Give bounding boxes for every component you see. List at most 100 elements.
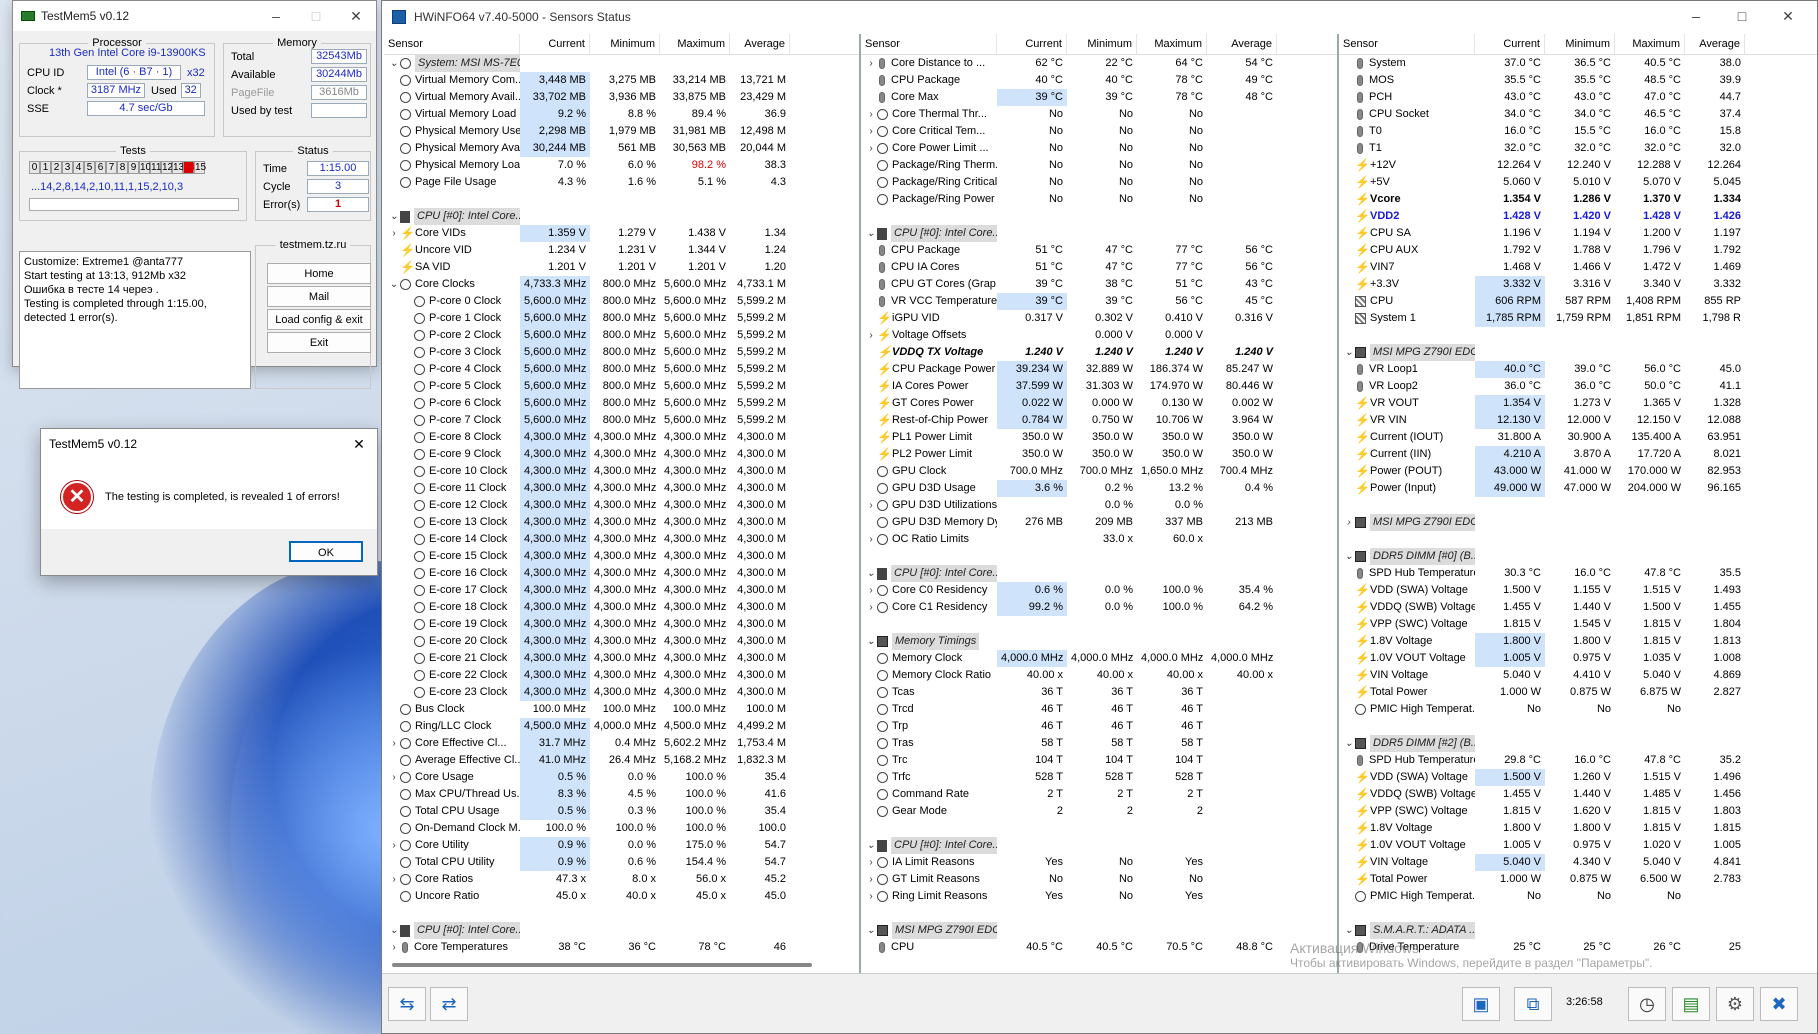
expand-chevron-icon[interactable]: › xyxy=(865,497,877,514)
sensor-row[interactable]: E-core 15 Clock 4,300.0 MHz 4,300.0 MHz 4,3… xyxy=(384,548,859,565)
sensor-row[interactable]: ⚡ 1.8V Voltage 1.800 V 1.800 V 1.815 V 1.815 xyxy=(1339,820,1817,837)
sensor-row[interactable]: › ⚡ Core VIDs 1.359 V 1.279 V 1.438 V 1.34 xyxy=(384,225,859,242)
maximize-icon[interactable]: □ xyxy=(296,8,336,25)
sensor-row[interactable]: PCH 43.0 °C 43.0 °C 47.0 °C 44.7 xyxy=(1339,89,1817,106)
sensor-group-header[interactable]: ⌄ Memory Timings xyxy=(861,633,1337,650)
sensor-row[interactable]: Physical Memory Used 2,298 MB 1,979 MB 31,9… xyxy=(384,123,859,140)
sensor-row[interactable]: ⚡ Total Power 1.000 W 0.875 W 6.875 W 2.827 xyxy=(1339,684,1817,701)
sensor-row[interactable]: CPU GT Cores (Grap... 39 °C 38 °C 51 °C 43 °… xyxy=(861,276,1337,293)
sensor-group-header[interactable]: ⌄ DDR5 DIMM [#2] (B... xyxy=(1339,735,1817,752)
sensor-row[interactable]: ⚡ GT Cores Power 0.022 W 0.000 W 0.130 W 0.00… xyxy=(861,395,1337,412)
sensor-row[interactable]: P-core 2 Clock 5,600.0 MHz 800.0 MHz 5,600.… xyxy=(384,327,859,344)
sensor-row[interactable]: On-Demand Clock M... 100.0 % 100.0 % 100.0 … xyxy=(384,820,859,837)
sensor-row[interactable]: ⚡ Total Power 1.000 W 0.875 W 6.500 W 2.783 xyxy=(1339,871,1817,888)
ok-button[interactable]: OK xyxy=(289,541,363,562)
sensor-row[interactable]: ⚡ VPP (SWC) Voltage 1.815 V 1.545 V 1.815 V 1… xyxy=(1339,616,1817,633)
expand-chevron-icon[interactable]: › xyxy=(865,531,877,548)
sensor-row[interactable]: › Ring Limit Reasons Yes No Yes xyxy=(861,888,1337,905)
sensor-row[interactable]: ⌄ Core Clocks 4,733.3 MHz 800.0 MHz 5,600.0 … xyxy=(384,276,859,293)
sensor-row[interactable]: T0 16.0 °C 15.5 °C 16.0 °C 15.8 xyxy=(1339,123,1817,140)
sensor-row[interactable]: Virtual Memory Com... 3,448 MB 3,275 MB 33,… xyxy=(384,72,859,89)
expand-chevron-icon[interactable]: › xyxy=(388,769,400,786)
sensor-row[interactable]: E-core 9 Clock 4,300.0 MHz 4,300.0 MHz 4,30… xyxy=(384,446,859,463)
sensor-row[interactable]: Bus Clock 100.0 MHz 100.0 MHz 100.0 MHz 100.… xyxy=(384,701,859,718)
close-icon[interactable]: ✕ xyxy=(1765,8,1811,25)
sensor-row[interactable]: Average Effective Cl... 41.0 MHz 26.4 MHz 5… xyxy=(384,752,859,769)
column-header-average[interactable]: Average xyxy=(730,34,790,54)
collapse-chevron-icon[interactable]: ⌄ xyxy=(388,208,400,225)
sensor-row[interactable]: Tras 58 T 58 T 58 T xyxy=(861,735,1337,752)
sensor-row[interactable]: ⚡ VIN Voltage 5.040 V 4.340 V 5.040 V 4.841 xyxy=(1339,854,1817,871)
column-header-current[interactable]: Current xyxy=(520,34,590,54)
sensor-row[interactable]: PMIC High Temperat... No No No xyxy=(1339,701,1817,718)
dialog-close-icon[interactable]: ✕ xyxy=(341,436,377,453)
expand-chevron-icon[interactable]: › xyxy=(388,735,400,752)
sensor-row[interactable]: CPU IA Cores 51 °C 47 °C 77 °C 56 °C xyxy=(861,259,1337,276)
sensor-row[interactable]: Memory Clock Ratio 40.00 x 40.00 x 40.00 x 4… xyxy=(861,667,1337,684)
sensor-row[interactable]: GPU Clock 700.0 MHz 700.0 MHz 1,650.0 MHz 70… xyxy=(861,463,1337,480)
column-header-sensor[interactable]: Sensor xyxy=(384,34,520,54)
sensor-row[interactable]: VR Loop1 40.0 °C 39.0 °C 56.0 °C 45.0 xyxy=(1339,361,1817,378)
sensor-row[interactable]: ⚡ VPP (SWC) Voltage 1.815 V 1.620 V 1.815 V 1… xyxy=(1339,803,1817,820)
sensor-row[interactable]: CPU 40.5 °C 40.5 °C 70.5 °C 48.8 °C xyxy=(861,939,1337,956)
sensor-row[interactable]: P-core 7 Clock 5,600.0 MHz 800.0 MHz 5,600.… xyxy=(384,412,859,429)
sensor-row[interactable]: E-core 14 Clock 4,300.0 MHz 4,300.0 MHz 4,3… xyxy=(384,531,859,548)
column-header-minimum[interactable]: Minimum xyxy=(590,34,660,54)
sensor-row[interactable]: ⚡ 1.0V VOUT Voltage 1.005 V 0.975 V 1.035 V 1… xyxy=(1339,650,1817,667)
sensor-group-header[interactable]: ⌄ MSI MPG Z790I EDG... xyxy=(1339,344,1817,361)
sensor-row[interactable]: E-core 12 Clock 4,300.0 MHz 4,300.0 MHz 4,3… xyxy=(384,497,859,514)
minimize-icon[interactable]: – xyxy=(1673,8,1719,25)
sensor-row[interactable]: P-core 0 Clock 5,600.0 MHz 800.0 MHz 5,600.… xyxy=(384,293,859,310)
sensor-row[interactable]: › Core C1 Residency 99.2 % 0.0 % 100.0 % 64.2… xyxy=(861,599,1337,616)
sensor-row[interactable]: ⚡ +12V 12.264 V 12.240 V 12.288 V 12.264 xyxy=(1339,157,1817,174)
sensor-row[interactable]: ⚡ +3.3V 3.332 V 3.316 V 3.340 V 3.332 xyxy=(1339,276,1817,293)
close-icon[interactable]: ✕ xyxy=(336,8,376,25)
sensor-row[interactable]: P-core 4 Clock 5,600.0 MHz 800.0 MHz 5,600.… xyxy=(384,361,859,378)
sensor-row[interactable]: E-core 19 Clock 4,300.0 MHz 4,300.0 MHz 4,3… xyxy=(384,616,859,633)
sensor-row[interactable]: ⚡ 1.0V VOUT Voltage 1.005 V 0.975 V 1.020 V 1… xyxy=(1339,837,1817,854)
sensor-row[interactable]: CPU Package 51 °C 47 °C 77 °C 56 °C xyxy=(861,242,1337,259)
expand-chevron-icon[interactable]: › xyxy=(865,871,877,888)
sensor-row[interactable]: ⚡ PL1 Power Limit 350.0 W 350.0 W 350.0 W 350… xyxy=(861,429,1337,446)
sensor-row[interactable]: ⚡ VDDQ (SWB) Voltage 1.455 V 1.440 V 1.485 V… xyxy=(1339,786,1817,803)
sensor-row[interactable]: ⚡ VIN Voltage 5.040 V 4.410 V 5.040 V 4.869 xyxy=(1339,667,1817,684)
sensor-row[interactable]: MOS 35.5 °C 35.5 °C 48.5 °C 39.9 xyxy=(1339,72,1817,89)
expand-chevron-icon[interactable]: › xyxy=(865,123,877,140)
sensor-row[interactable]: Physical Memory Ava... 30,244 MB 561 MB 30,… xyxy=(384,140,859,157)
sensor-row[interactable]: Package/Ring Critical... No No No xyxy=(861,174,1337,191)
sensor-row[interactable]: SPD Hub Temperature 30.3 °C 16.0 °C 47.8 °C… xyxy=(1339,565,1817,582)
sensor-group-header[interactable]: ⌄ S.M.A.R.T.: ADATA ... xyxy=(1339,922,1817,939)
sensor-row[interactable]: ⚡ Current (IIN) 4.210 A 3.870 A 17.720 A 8.02… xyxy=(1339,446,1817,463)
sensor-row[interactable]: › Core Thermal Thr... No No No xyxy=(861,106,1337,123)
sensor-row[interactable]: E-core 20 Clock 4,300.0 MHz 4,300.0 MHz 4,3… xyxy=(384,633,859,650)
sensor-row[interactable]: ⚡ VIN7 1.468 V 1.466 V 1.472 V 1.469 xyxy=(1339,259,1817,276)
column-header-maximum[interactable]: Maximum xyxy=(1615,34,1685,54)
sensor-row[interactable]: › Core Temperatures 38 °C 36 °C 78 °C 46 xyxy=(384,939,859,956)
column-header-average[interactable]: Average xyxy=(1685,34,1745,54)
sensor-row[interactable]: E-core 16 Clock 4,300.0 MHz 4,300.0 MHz 4,3… xyxy=(384,565,859,582)
sensor-row[interactable]: ⚡ Vcore 1.354 V 1.286 V 1.370 V 1.334 xyxy=(1339,191,1817,208)
nav-collapse-icon[interactable]: ⇄ xyxy=(430,987,468,1021)
sensor-row[interactable]: VR Loop2 36.0 °C 36.0 °C 50.0 °C 41.1 xyxy=(1339,378,1817,395)
sensor-row[interactable]: ⚡ IA Cores Power 37.599 W 31.303 W 174.970 W… xyxy=(861,378,1337,395)
sensor-group-header[interactable]: ⌄ CPU [#0]: Intel Core... xyxy=(861,565,1337,582)
sensor-row[interactable]: System 37.0 °C 36.5 °C 40.5 °C 38.0 xyxy=(1339,55,1817,72)
sensor-row[interactable]: Virtual Memory Avail... 33,702 MB 3,936 MB… xyxy=(384,89,859,106)
sensor-row[interactable]: ⚡ CPU Package Power 39.234 W 32.889 W 186.37… xyxy=(861,361,1337,378)
sensor-row[interactable]: Max CPU/Thread Us... 8.3 % 4.5 % 100.0 % 41.… xyxy=(384,786,859,803)
sensor-row[interactable]: E-core 18 Clock 4,300.0 MHz 4,300.0 MHz 4,3… xyxy=(384,599,859,616)
column-header-sensor[interactable]: Sensor xyxy=(1339,34,1475,54)
collapse-chevron-icon[interactable]: ⌄ xyxy=(1343,735,1355,752)
sensor-row[interactable]: Uncore Ratio 45.0 x 40.0 x 45.0 x 45.0 xyxy=(384,888,859,905)
sensor-row[interactable]: Trcd 46 T 46 T 46 T xyxy=(861,701,1337,718)
sensor-row[interactable]: Trc 104 T 104 T 104 T xyxy=(861,752,1337,769)
sensor-row[interactable]: › Core Critical Tem... No No No xyxy=(861,123,1337,140)
sensor-row[interactable]: ⚡ Rest-of-Chip Power 0.784 W 0.750 W 10.706 … xyxy=(861,412,1337,429)
minimize-icon[interactable]: – xyxy=(256,8,296,25)
load-config-button[interactable]: Load config & exit xyxy=(267,309,371,330)
sensor-panel-2[interactable]: Sensor Current Minimum Maximum Average › Core … xyxy=(861,34,1339,974)
sensor-group-header[interactable]: ⌄ CPU [#0]: Intel Core... xyxy=(861,837,1337,854)
sensor-row[interactable]: › Core Power Limit ... No No No xyxy=(861,140,1337,157)
sensor-row[interactable]: › OC Ratio Limits 33.0 x 60.0 x xyxy=(861,531,1337,548)
collapse-chevron-icon[interactable]: ⌄ xyxy=(388,55,400,72)
